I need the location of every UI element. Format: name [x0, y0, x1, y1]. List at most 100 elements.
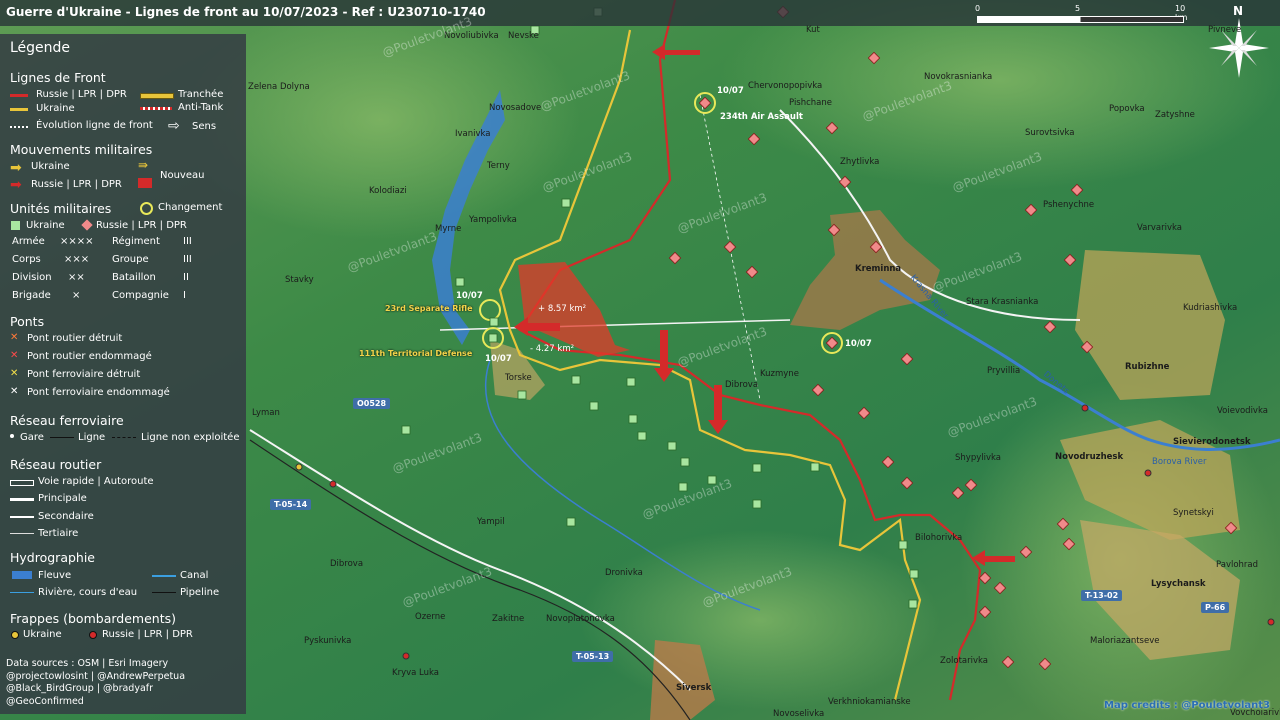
source-line: @projectowlosint | @AndrewPerpetua	[6, 670, 186, 682]
place-label-city[interactable]: Novodruzhesk	[1055, 452, 1123, 462]
place-label[interactable]: Kuzmyne	[760, 369, 799, 379]
place-label[interactable]: Novoselivka	[773, 709, 824, 719]
ukraine-unit-marker[interactable]	[401, 425, 411, 435]
place-label[interactable]: Novokrasnianka	[924, 72, 992, 82]
legend-change: Changement	[158, 202, 223, 213]
legend-section-bridges: Ponts	[10, 314, 45, 329]
place-label[interactable]: Zolotarivka	[940, 656, 988, 666]
place-label[interactable]: Pyskunivka	[304, 636, 351, 646]
ukraine-unit-marker[interactable]	[680, 457, 690, 467]
place-label[interactable]: Torske	[505, 373, 532, 383]
place-label[interactable]: Kut	[806, 25, 820, 35]
place-label[interactable]: Pshenychne	[1043, 200, 1094, 210]
unit-date-label: 10/07	[485, 354, 512, 364]
place-label[interactable]: Synetskyi	[1173, 508, 1214, 518]
ukraine-unit-marker[interactable]	[667, 441, 677, 451]
road-bridge-damaged-icon: ✕	[10, 350, 19, 361]
place-label-city[interactable]: Kreminna	[855, 264, 901, 274]
ukraine-unit-marker[interactable]	[571, 375, 581, 385]
legend-secondary-road: Secondaire	[38, 511, 94, 522]
place-label[interactable]: Pivneve	[1208, 25, 1241, 35]
unit-date-label: 10/07	[845, 339, 872, 349]
place-label[interactable]: Varvarivka	[1137, 223, 1182, 233]
place-label[interactable]: Pavlohrad	[1216, 560, 1258, 570]
ukraine-unit-marker[interactable]	[810, 462, 820, 472]
place-label[interactable]: Lyman	[252, 408, 280, 418]
ukraine-unit-marker[interactable]	[566, 517, 576, 527]
place-label[interactable]: Yampolivka	[469, 215, 517, 225]
legend-group-symbol: III	[183, 254, 192, 265]
ukraine-unit-marker[interactable]	[488, 333, 498, 343]
place-label[interactable]: Nevske	[508, 31, 539, 41]
place-label[interactable]: Bilohorivka	[915, 533, 962, 543]
place-label[interactable]: Zakitne	[492, 614, 524, 624]
ukraine-unit-marker[interactable]	[489, 317, 499, 327]
legend-section-hydro: Hydrographie	[10, 550, 95, 565]
data-sources: Data sources : OSM | Esri Imagery @proje…	[6, 658, 185, 708]
place-label-city[interactable]: Siversk	[676, 683, 711, 693]
place-label-city[interactable]: Rubizhne	[1125, 362, 1169, 372]
legend-road-bridge-damaged: Pont routier endommagé	[27, 351, 152, 362]
ukraine-unit-icon	[11, 221, 20, 230]
place-label[interactable]: Pryvillia	[987, 366, 1020, 376]
place-label[interactable]: Zhytlivka	[840, 157, 879, 167]
place-label[interactable]: Zelena Dolyna	[248, 82, 310, 92]
place-label[interactable]: Pishchane	[789, 98, 832, 108]
unit-label[interactable]: 23rd Separate Rifle	[385, 304, 473, 313]
place-label-city[interactable]: Lysychansk	[1151, 579, 1206, 589]
source-line: @GeoConfirmed	[6, 695, 84, 707]
place-label[interactable]: Dronivka	[605, 568, 643, 578]
place-label[interactable]: Verkhniokamianske	[828, 697, 911, 707]
place-label[interactable]: Myrne	[435, 224, 461, 234]
place-label-city[interactable]: Sievierodonetsk	[1173, 437, 1251, 447]
place-label[interactable]: Surovtsivka	[1025, 128, 1074, 138]
place-label[interactable]: Kudriashivka	[1183, 303, 1237, 313]
place-label[interactable]: Ivanivka	[455, 129, 491, 139]
change-circle-icon	[140, 202, 153, 215]
ukraine-unit-marker[interactable]	[637, 431, 647, 441]
ukraine-unit-marker[interactable]	[455, 277, 465, 287]
place-label[interactable]: Kryva Luka	[392, 668, 439, 678]
legend-antitank-swatch	[140, 107, 172, 110]
legend-rail-bridge-destroyed: Pont ferroviaire détruit	[27, 369, 141, 380]
place-label[interactable]: Stara Krasnianka	[966, 297, 1038, 307]
ukraine-unit-marker[interactable]	[898, 540, 908, 550]
ukraine-unit-marker[interactable]	[752, 499, 762, 509]
ukraine-unit-marker[interactable]	[626, 377, 636, 387]
place-label[interactable]: Popovka	[1109, 104, 1145, 114]
place-label[interactable]: Chervonopopivka	[748, 81, 822, 91]
legend-division: Division	[12, 272, 52, 283]
place-label[interactable]: Voievodivka	[1217, 406, 1268, 416]
place-label[interactable]: Dibrova	[725, 380, 758, 390]
pipeline-swatch	[152, 592, 176, 593]
ukraine-unit-marker[interactable]	[752, 463, 762, 473]
place-label[interactable]: Dibrova	[330, 559, 363, 569]
unit-label[interactable]: 234th Air Assault	[720, 112, 803, 122]
road-sign: P-66	[1201, 602, 1230, 613]
ukraine-unit-marker[interactable]	[589, 401, 599, 411]
russia-arrow-icon: ➡	[10, 177, 22, 193]
place-label[interactable]: Yampil	[477, 517, 505, 527]
place-label[interactable]: Stavky	[285, 275, 314, 285]
place-label[interactable]: Ozerne	[415, 612, 445, 622]
ukraine-unit-marker[interactable]	[909, 569, 919, 579]
unit-label[interactable]: 111th Territorial Defense	[359, 349, 472, 358]
legend-movement-ukraine: Ukraine	[31, 161, 70, 172]
place-label[interactable]: Kolodiazi	[369, 186, 407, 196]
place-label[interactable]: Terny	[487, 161, 510, 171]
place-label[interactable]: Zatyshne	[1155, 110, 1195, 120]
ukraine-unit-marker[interactable]	[517, 390, 527, 400]
ukraine-new-arrow-icon: ⇛	[138, 158, 149, 172]
ukraine-unit-marker[interactable]	[908, 599, 918, 609]
place-label[interactable]: Novoplatonovka	[546, 614, 615, 624]
ukraine-unit-marker[interactable]	[628, 414, 638, 424]
ukraine-unit-marker[interactable]	[561, 198, 571, 208]
map-credits: Map credits : @Pouletvolant3	[1104, 700, 1270, 711]
place-label[interactable]: Shypylivka	[955, 453, 1001, 463]
rail-line-swatch	[50, 437, 74, 438]
place-label[interactable]: Maloriazantseve	[1090, 636, 1159, 646]
strike-russia	[1267, 618, 1275, 626]
place-label[interactable]: Novosadove	[489, 103, 541, 113]
ukraine-unit-marker[interactable]	[678, 482, 688, 492]
legend-new: Nouveau	[160, 170, 205, 181]
